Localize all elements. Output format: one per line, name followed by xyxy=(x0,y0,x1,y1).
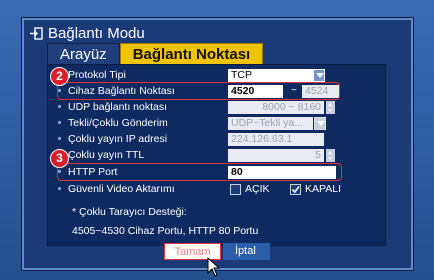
bullet xyxy=(58,105,61,108)
highlight-http-port xyxy=(57,163,342,181)
bullet xyxy=(58,137,61,140)
multicast-dropdown-button xyxy=(314,117,326,130)
dialog-title-bar: Bağlantı Modu xyxy=(30,22,145,44)
secure-video-label: Güvenli Video Aktarımı xyxy=(68,183,175,195)
protocol-label: Protokol Tipi xyxy=(68,69,126,81)
multicast-select: UDP~Tekli ya... xyxy=(228,117,313,130)
udp-port-field: 8000 ~ 8160 xyxy=(228,101,324,114)
multicast-row: Tekli/Çoklu Gönderim UDP~Tekli ya... xyxy=(48,116,385,132)
browser-support-ports: 4505~4530 Cihaz Portu, HTTP 80 Portu xyxy=(72,225,259,237)
chevron-down-icon xyxy=(317,121,325,126)
multicast-ttl-row: Çoklu yayın TTL 5 xyxy=(48,148,385,164)
callout-badge-2: 2 xyxy=(50,67,69,86)
multicast-ip-field: 224.126.63.1 xyxy=(228,133,324,146)
udp-port-label: UDP bağlantı noktası xyxy=(68,101,168,113)
bullet xyxy=(58,121,61,124)
bullet xyxy=(58,187,61,190)
multicast-ttl-field: 5 xyxy=(228,149,324,162)
secure-video-on-label: AÇIK xyxy=(245,183,270,195)
tab-interface[interactable]: Arayüz xyxy=(47,43,120,66)
multicast-ttl-label: Çoklu yayın TTL xyxy=(68,149,145,161)
dialog-title: Bağlantı Modu xyxy=(48,24,145,42)
multicast-ttl-spinner xyxy=(326,149,335,162)
udp-port-row: UDP bağlantı noktası 8000 ~ 8160 xyxy=(48,100,385,116)
highlight-device-port xyxy=(57,82,340,100)
secure-video-row: Güvenli Video Aktarımı AÇIK KAPALI xyxy=(48,182,385,198)
protocol-dropdown-button[interactable] xyxy=(313,69,325,82)
secure-video-off-checkbox[interactable] xyxy=(290,184,301,195)
tab-port[interactable]: Bağlantı Noktası xyxy=(119,43,264,66)
mouse-cursor-icon xyxy=(207,257,221,277)
cancel-button[interactable]: İptal xyxy=(223,243,270,260)
browser-support-note: * Çoklu Tarayıcı Desteği: xyxy=(72,206,187,218)
multicast-ip-row: Çoklu yayın IP adresi 224.126.63.1 xyxy=(48,132,385,148)
chevron-down-icon xyxy=(316,73,324,78)
protocol-select[interactable]: TCP xyxy=(228,69,313,82)
tab-bar: Arayüz Bağlantı Noktası xyxy=(47,43,264,66)
udp-port-spinner xyxy=(326,101,335,114)
secure-video-off-label: KAPALI xyxy=(305,183,341,195)
multicast-label: Tekli/Çoklu Gönderim xyxy=(68,117,168,129)
callout-badge-3: 3 xyxy=(50,149,69,168)
enter-icon xyxy=(30,26,43,40)
multicast-ip-label: Çoklu yayın IP adresi xyxy=(68,133,168,145)
checkmark-icon xyxy=(291,186,300,194)
secure-video-on-checkbox[interactable] xyxy=(230,184,241,195)
